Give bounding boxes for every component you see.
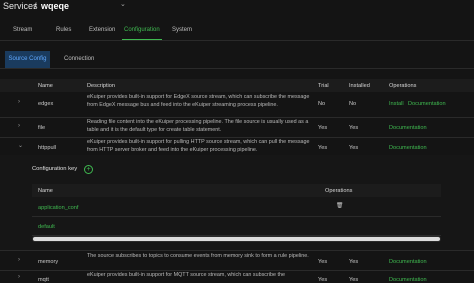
expand-row-icon[interactable]: › — [18, 99, 20, 105]
row-trial: Yes — [318, 277, 328, 283]
documentation-link[interactable]: Documentation — [389, 277, 427, 283]
trash-icon[interactable]: 🗑 — [336, 203, 343, 209]
expand-row-icon[interactable]: › — [18, 123, 20, 129]
row-description: eKuiper provides built-in support for Ed… — [87, 94, 310, 108]
column-description: Description — [87, 83, 115, 89]
subtab-source-config[interactable]: Source Config — [5, 51, 50, 68]
row-trial: No — [318, 101, 326, 107]
config-column-operations: Operations — [325, 188, 353, 194]
scrollbar-thumb[interactable] — [33, 237, 440, 241]
subtab-connection[interactable]: Connection — [64, 56, 94, 62]
row-name: memory — [38, 259, 59, 265]
tab-stream[interactable]: Stream — [13, 27, 32, 33]
row-description: eKuiper provides built-in support for pu… — [87, 139, 310, 153]
documentation-link[interactable]: Documentation — [389, 145, 427, 151]
row-installed: Yes — [349, 259, 359, 265]
tab-extension[interactable]: Extension — [89, 27, 115, 33]
row-installed: Yes — [349, 277, 359, 283]
row-name: mqtt — [38, 277, 49, 283]
tab-configuration[interactable]: Configuration — [124, 27, 160, 33]
row-trial: Yes — [318, 145, 328, 151]
top-bar — [0, 0, 474, 20]
breadcrumb-current: wqeqe — [41, 1, 70, 11]
expand-row-icon[interactable]: › — [18, 274, 20, 280]
row-installed: Yes — [349, 145, 359, 151]
documentation-link[interactable]: Documentation — [389, 259, 427, 265]
row-description: Reading file content into the eKuiper pr… — [87, 119, 309, 133]
column-installed: Installed — [349, 83, 370, 89]
row-installed: Yes — [349, 125, 359, 131]
row-installed: No — [349, 101, 357, 107]
config-column-name: Name — [38, 188, 53, 194]
chevron-down-icon[interactable]: ⌄ — [120, 0, 126, 8]
config-row — [32, 198, 441, 217]
tab-system[interactable]: System — [172, 27, 192, 33]
column-operations: Operations — [389, 83, 417, 89]
config-table-header — [32, 184, 441, 197]
row-description: The source subscribes to topics to consu… — [87, 253, 309, 259]
documentation-link[interactable]: Documentation — [389, 125, 427, 131]
row-name: file — [38, 125, 46, 131]
row-trial: Yes — [318, 259, 328, 265]
config-key-link[interactable]: application_conf — [38, 205, 78, 211]
config-row — [32, 217, 441, 236]
column-trial: Trial — [318, 83, 329, 89]
active-tab-indicator — [122, 39, 162, 40]
configuration-key-title: Configuration key — [32, 166, 78, 172]
config-key-link[interactable]: default — [38, 224, 55, 230]
row-name: edgex — [38, 101, 54, 107]
breadcrumb-separator: / — [34, 1, 37, 11]
breadcrumb-services[interactable]: Services — [3, 1, 38, 11]
row-divider — [0, 250, 474, 251]
tab-rules[interactable]: Rules — [56, 27, 71, 33]
row-description: eKuiper provides built-in support for MQ… — [87, 272, 285, 278]
documentation-link[interactable]: Documentation — [408, 101, 446, 107]
expand-row-icon[interactable]: › — [18, 257, 20, 263]
row-trial: Yes — [318, 125, 328, 131]
install-link[interactable]: Install — [389, 101, 404, 107]
column-name: Name — [38, 83, 53, 89]
row-name: httppull — [38, 145, 57, 151]
collapse-row-icon[interactable]: ⌄ — [18, 142, 23, 149]
add-config-icon[interactable]: + — [84, 165, 93, 174]
